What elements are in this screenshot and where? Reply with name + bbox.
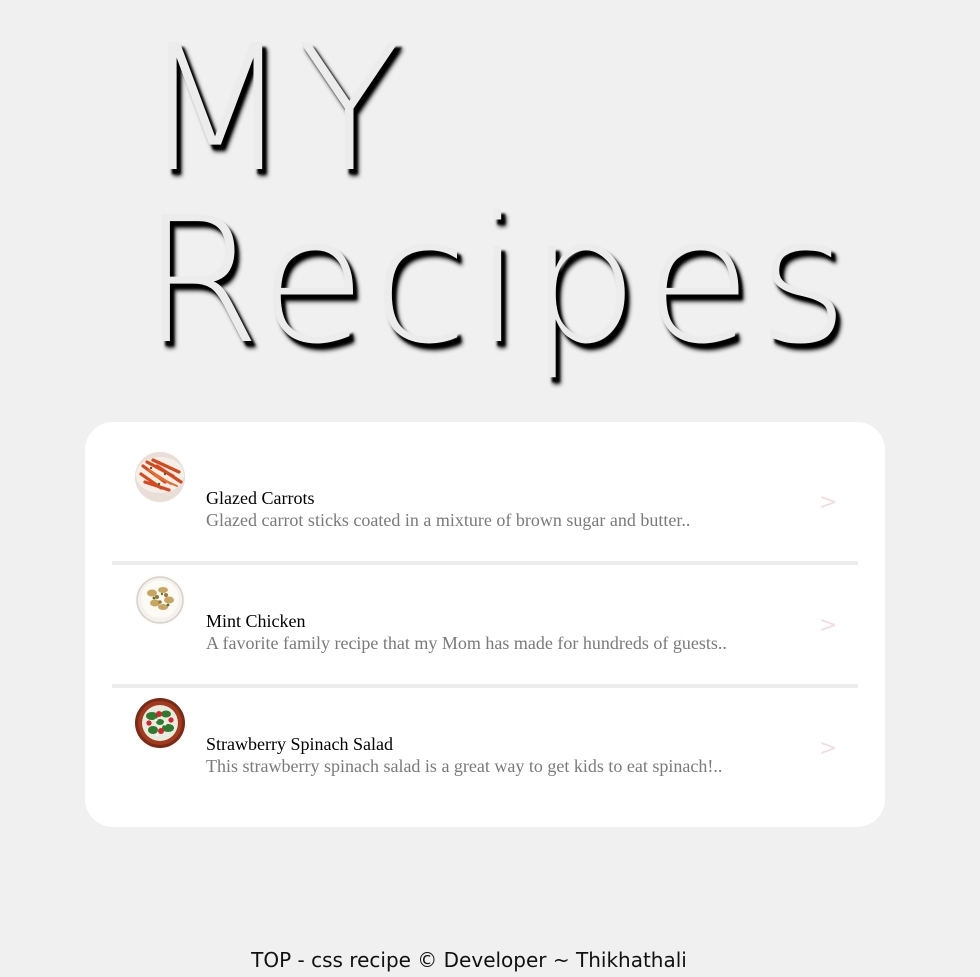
footer-credit: TOP - css recipe © Developer ~ Thikhatha… xyxy=(251,948,687,972)
page-title: MY Recipes xyxy=(140,8,855,383)
recipe-list-card: Glazed Carrots Glazed carrot sticks coat… xyxy=(85,422,885,827)
page-title-line-1: MY xyxy=(140,8,409,211)
recipe-description: A favorite family recipe that my Mom has… xyxy=(206,633,727,653)
chevron-right-icon[interactable]: > xyxy=(819,613,837,638)
recipe-item-glazed-carrots[interactable]: Glazed Carrots Glazed carrot sticks coat… xyxy=(112,442,858,562)
recipe-item-mint-chicken[interactable]: Mint Chicken A favorite family recipe th… xyxy=(112,565,858,685)
chicken-photo-icon xyxy=(135,575,185,625)
carrots-photo-icon xyxy=(135,452,185,502)
recipe-name[interactable]: Mint Chicken xyxy=(206,611,306,632)
chevron-right-icon[interactable]: > xyxy=(819,490,837,515)
salad-photo-icon xyxy=(135,698,185,748)
recipe-description: Glazed carrot sticks coated in a mixture… xyxy=(206,510,691,530)
recipe-name[interactable]: Strawberry Spinach Salad xyxy=(206,734,393,755)
chevron-right-icon[interactable]: > xyxy=(819,736,837,761)
page-title-line-2: Recipes xyxy=(140,180,855,383)
recipe-description: This strawberry spinach salad is a great… xyxy=(206,756,723,776)
recipe-item-strawberry-spinach-salad[interactable]: Strawberry Spinach Salad This strawberry… xyxy=(112,688,858,808)
recipe-name[interactable]: Glazed Carrots xyxy=(206,488,314,509)
